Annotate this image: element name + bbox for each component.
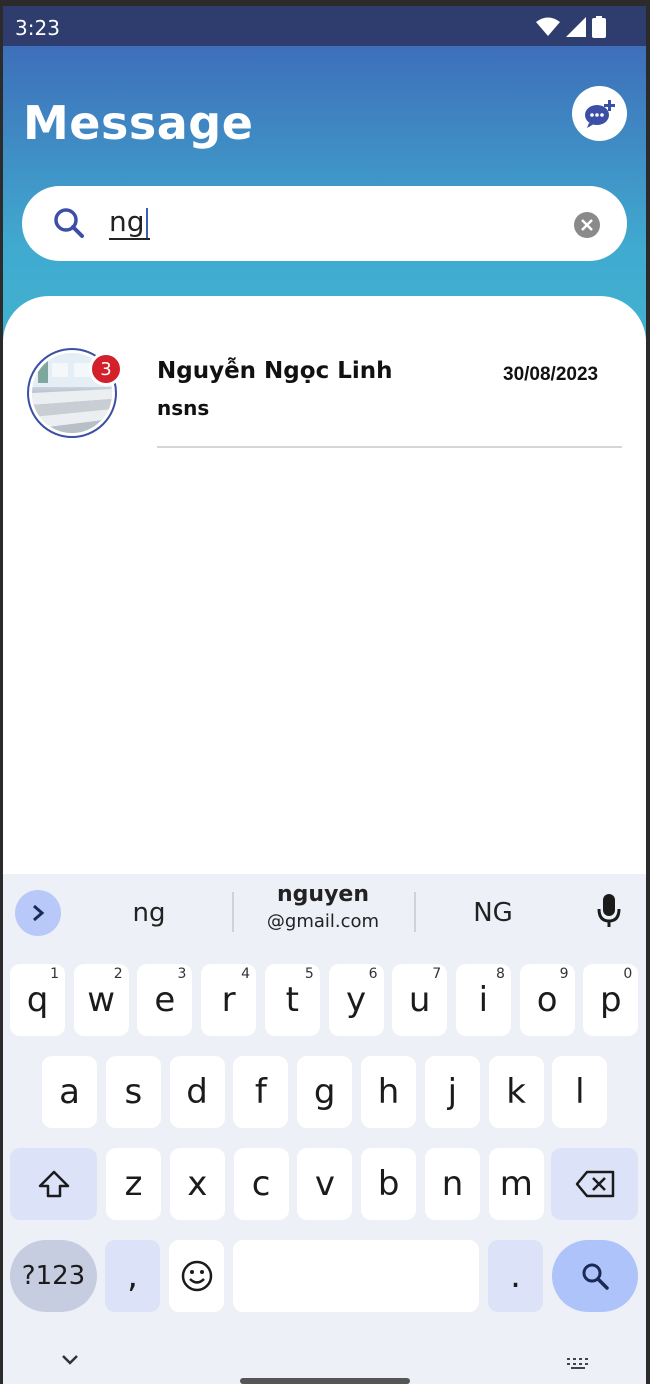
key-letter: w <box>87 980 116 1020</box>
chevron-right-icon <box>33 904 45 922</box>
divider <box>157 446 622 448</box>
key-j[interactable]: j <box>424 1056 480 1128</box>
key-letter: i <box>478 980 489 1020</box>
key-hint: 7 <box>432 966 442 982</box>
suggestion-right[interactable]: NG <box>443 898 543 928</box>
key-hint: 4 <box>241 966 251 982</box>
shift-icon <box>38 1170 69 1198</box>
key-hint: 2 <box>113 966 123 982</box>
emoji-key[interactable] <box>169 1240 224 1312</box>
key-z[interactable]: z <box>106 1148 161 1220</box>
wifi-icon <box>536 17 560 36</box>
key-letter: o <box>536 980 558 1020</box>
signal-icon <box>566 17 586 37</box>
microphone-icon[interactable] <box>597 894 621 928</box>
key-letter: r <box>221 980 236 1020</box>
key-y[interactable]: y6 <box>328 964 384 1036</box>
key-hint: 5 <box>304 966 314 982</box>
search-icon <box>54 208 84 238</box>
header-background <box>3 6 646 346</box>
key-hint: 3 <box>177 966 187 982</box>
key-a[interactable]: a <box>42 1056 97 1128</box>
key-l[interactable]: l <box>552 1056 608 1128</box>
navigation-bar <box>3 1344 646 1384</box>
key-c[interactable]: c <box>233 1148 289 1220</box>
suggestion-left[interactable]: ng <box>99 898 199 928</box>
search-action-key[interactable] <box>552 1240 638 1312</box>
key-letter: u <box>408 980 431 1020</box>
key-letter: e <box>154 980 176 1020</box>
keyboard-switch-icon[interactable] <box>565 1356 593 1370</box>
toolbar-expand-button[interactable] <box>15 890 61 936</box>
divider <box>232 892 234 932</box>
comma-key[interactable]: , <box>105 1240 160 1312</box>
suggestion-bar: ng nguyen @gmail.com NG <box>3 874 646 952</box>
divider <box>414 892 416 932</box>
suggestion-middle-primary: nguyen <box>277 882 369 907</box>
key-o[interactable]: o9 <box>519 964 575 1036</box>
key-letter: p <box>600 980 622 1020</box>
chat-date: 30/08/2023 <box>503 364 599 385</box>
key-v[interactable]: v <box>297 1148 353 1220</box>
key-u[interactable]: u7 <box>392 964 448 1036</box>
key-m[interactable]: m <box>488 1148 544 1220</box>
clear-search-button[interactable] <box>574 212 600 238</box>
key-p[interactable]: p0 <box>583 964 639 1036</box>
key-d[interactable]: d <box>169 1056 225 1128</box>
search-bar[interactable]: ng <box>22 186 627 261</box>
shift-key[interactable] <box>10 1148 97 1220</box>
chat-plus-icon <box>584 99 615 128</box>
hide-keyboard-icon[interactable] <box>61 1354 79 1366</box>
key-k[interactable]: k <box>488 1056 544 1128</box>
suggestion-middle[interactable]: nguyen @gmail.com <box>243 882 403 932</box>
key-i[interactable]: i8 <box>455 964 511 1036</box>
key-t[interactable]: t5 <box>264 964 320 1036</box>
new-message-button[interactable] <box>572 86 627 141</box>
search-input-value: ng <box>109 205 145 238</box>
keyboard: ng nguyen @gmail.com NG q1w2e3r4t5y6u7i8… <box>3 874 646 1384</box>
status-time: 3:23 <box>15 16 60 40</box>
battery-icon <box>592 16 606 38</box>
key-h[interactable]: h <box>361 1056 416 1128</box>
key-hint: 1 <box>50 966 59 982</box>
status-icons <box>536 16 606 38</box>
key-hint: 6 <box>368 966 378 982</box>
key-letter: q <box>26 980 49 1020</box>
key-e[interactable]: e3 <box>137 964 193 1036</box>
status-bar: 3:23 <box>3 6 646 46</box>
search-input[interactable]: ng <box>109 206 150 240</box>
key-hint: 9 <box>559 966 569 982</box>
chat-list-item[interactable]: 3 Nguyễn Ngọc Linh nsns 30/08/2023 <box>3 336 646 456</box>
chat-preview: nsns <box>157 396 210 420</box>
suggestion-middle-secondary: @gmail.com <box>266 911 380 932</box>
text-caret <box>145 208 148 238</box>
page-title: Message <box>23 96 254 150</box>
key-q[interactable]: q1 <box>10 964 65 1036</box>
symbols-key[interactable]: ?123 <box>10 1240 97 1312</box>
backspace-icon <box>575 1170 614 1198</box>
backspace-key[interactable] <box>551 1148 638 1220</box>
key-g[interactable]: g <box>297 1056 353 1128</box>
search-icon <box>582 1263 609 1290</box>
key-hint: 8 <box>495 966 505 982</box>
unread-badge: 3 <box>89 352 123 386</box>
key-w[interactable]: w2 <box>73 964 129 1036</box>
key-x[interactable]: x <box>169 1148 225 1220</box>
period-key[interactable]: . <box>488 1240 543 1312</box>
phone-screen: 3:23 Message ng 3 Nguyễn Ngọc Linh nsns … <box>3 6 646 1384</box>
chat-name: Nguyễn Ngọc Linh <box>157 358 393 384</box>
key-n[interactable]: n <box>425 1148 480 1220</box>
close-icon <box>581 219 593 231</box>
key-letter: y <box>345 980 367 1020</box>
key-s[interactable]: s <box>105 1056 161 1128</box>
key-letter: t <box>285 980 299 1020</box>
space-key[interactable] <box>233 1240 479 1312</box>
key-b[interactable]: b <box>361 1148 417 1220</box>
chat-list: 3 Nguyễn Ngọc Linh nsns 30/08/2023 <box>3 296 646 896</box>
emoji-icon <box>181 1260 212 1292</box>
key-f[interactable]: f <box>233 1056 289 1128</box>
key-hint: 0 <box>623 966 633 982</box>
key-r[interactable]: r4 <box>201 964 257 1036</box>
home-indicator[interactable] <box>240 1378 410 1384</box>
